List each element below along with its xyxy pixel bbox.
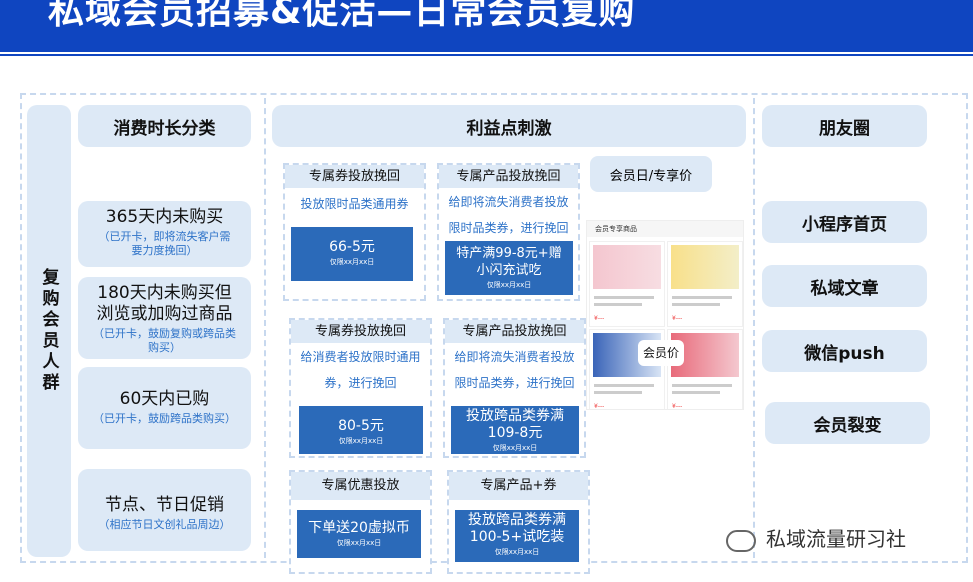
category-title: 节点、节日促销 bbox=[105, 495, 224, 515]
title-banner: 私域会员招募&促活—日常会员复购 bbox=[0, 0, 973, 52]
coupon: 66-5元 仅限xx月xx日 bbox=[291, 227, 413, 281]
divider bbox=[0, 54, 973, 56]
coupon-text: 66-5元 bbox=[329, 239, 375, 255]
category-header: 消费时长分类 bbox=[78, 105, 251, 147]
coupon: 特产满99-8元+赠小闪充试吃 仅限xx月xx日 bbox=[445, 241, 573, 295]
benefit-card: 专属产品+券 投放跨品类券满100-5+试吃装 仅限xx月xx日 bbox=[447, 470, 590, 574]
card-title: 专属产品+券 bbox=[449, 472, 588, 500]
category-item: 365天内未购买 （已开卡，即将流失客户需要力度挽回） bbox=[78, 201, 251, 267]
channel-push: 微信push bbox=[762, 330, 927, 372]
category-title: 365天内未购买 bbox=[105, 207, 224, 227]
coupon-validity: 仅限xx月xx日 bbox=[338, 437, 384, 445]
card-title: 专属产品投放挽回 bbox=[445, 320, 584, 343]
category-title: 180天内未购买但浏览或加购过商品 bbox=[96, 283, 233, 324]
coupon: 80-5元 仅限xx月xx日 bbox=[299, 406, 423, 454]
coupon-validity: 仅限xx月xx日 bbox=[329, 258, 375, 266]
benefit-card: 专属券投放挽回 给消费者投放限时通用券，进行挽回 80-5元 仅限xx月xx日 bbox=[289, 318, 432, 458]
category-item: 180天内未购买但浏览或加购过商品 （已开卡，鼓励复购或跨品类购买） bbox=[78, 277, 251, 359]
wechat-icon bbox=[726, 529, 756, 552]
crowd-label: 复购会员人群 bbox=[27, 105, 71, 557]
shop-bar: 会员专享商品 bbox=[587, 221, 743, 237]
benefit-card: 专属产品投放挽回 给即将流失消费者投放限时品类券，进行挽回 投放跨品类券满109… bbox=[443, 318, 586, 458]
channel-referral: 会员裂变 bbox=[765, 402, 930, 444]
coupon-text: 投放跨品类券满109-8元 bbox=[466, 408, 564, 441]
coupon-validity: 仅限xx月xx日 bbox=[486, 281, 532, 289]
coupon-text: 80-5元 bbox=[338, 418, 384, 434]
benefit-header: 利益点刺激 bbox=[272, 105, 746, 147]
watermark: 私域流量研习社 bbox=[726, 523, 906, 552]
coupon: 投放跨品类券满109-8元 仅限xx月xx日 bbox=[451, 406, 579, 454]
column-divider bbox=[753, 98, 755, 558]
card-desc: 给消费者投放限时通用券，进行挽回 bbox=[300, 350, 421, 390]
column-divider bbox=[264, 98, 266, 558]
card-title: 专属产品投放挽回 bbox=[439, 165, 578, 188]
coupon-validity: 仅限xx月xx日 bbox=[336, 539, 382, 547]
coupon-text: 投放跨品类券满100-5+试吃装 bbox=[468, 512, 566, 545]
card-desc: 给即将流失消费者投放限时品类券，进行挽回 bbox=[454, 350, 575, 390]
coupon: 下单送20虚拟币 仅限xx月xx日 bbox=[297, 510, 421, 558]
category-item: 节点、节日促销 （相应节日文创礼品周边） bbox=[78, 469, 251, 551]
member-day-pill: 会员日/专享价 bbox=[590, 156, 712, 192]
category-sub: （相应节日文创礼品周边） bbox=[98, 518, 231, 531]
page-title: 私域会员招募&促活—日常会员复购 bbox=[48, 0, 636, 32]
card-title: 专属券投放挽回 bbox=[285, 165, 424, 188]
benefit-card: 专属券投放挽回 投放限时品类通用券 66-5元 仅限xx月xx日 bbox=[283, 163, 426, 301]
card-title: 专属券投放挽回 bbox=[291, 320, 430, 343]
coupon-text: 特产满99-8元+赠小闪充试吃 bbox=[456, 246, 562, 278]
channel-mini-program: 小程序首页 bbox=[762, 201, 927, 243]
channel-article: 私域文章 bbox=[762, 265, 927, 307]
channel-moments: 朋友圈 bbox=[762, 105, 927, 147]
category-sub: （已开卡，鼓励复购或跨品类购买） bbox=[93, 327, 236, 354]
coupon-validity: 仅限xx月xx日 bbox=[494, 548, 540, 556]
category-sub: （已开卡，即将流失客户需要力度挽回） bbox=[98, 230, 231, 257]
card-title: 专属优惠投放 bbox=[291, 472, 430, 500]
coupon-text: 下单送20虚拟币 bbox=[308, 520, 410, 536]
watermark-text: 私域流量研习社 bbox=[766, 527, 906, 551]
category-sub: （已开卡，鼓励跨品类购买） bbox=[93, 412, 236, 425]
member-shop-screenshot: 会员专享商品 ¥--- ¥--- ¥--- ¥--- bbox=[586, 220, 744, 410]
benefit-card: 专属优惠投放 下单送20虚拟币 仅限xx月xx日 bbox=[289, 470, 432, 574]
category-title: 60天内已购 bbox=[119, 389, 210, 409]
coupon: 投放跨品类券满100-5+试吃装 仅限xx月xx日 bbox=[455, 510, 579, 562]
benefit-card: 专属产品投放挽回 给即将流失消费者投放限时品类券，进行挽回 特产满99-8元+赠… bbox=[437, 163, 580, 301]
coupon-validity: 仅限xx月xx日 bbox=[492, 444, 538, 452]
card-desc: 给即将流失消费者投放限时品类券，进行挽回 bbox=[448, 195, 569, 235]
category-item: 60天内已购 （已开卡，鼓励跨品类购买） bbox=[78, 367, 251, 449]
card-desc: 投放限时品类通用券 bbox=[300, 197, 409, 211]
member-price-tag: 会员价 bbox=[638, 340, 684, 366]
